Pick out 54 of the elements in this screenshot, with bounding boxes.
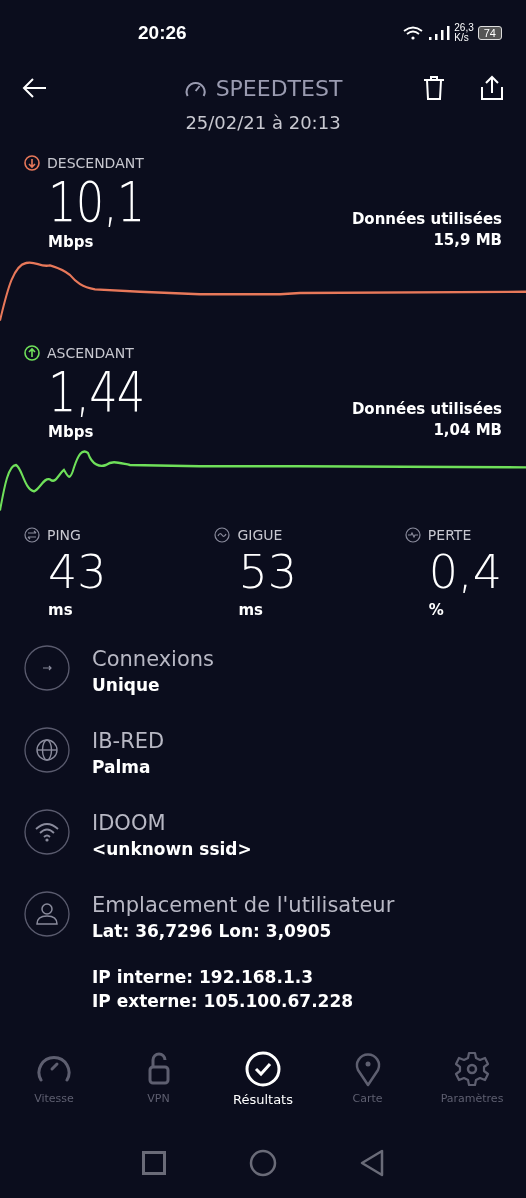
data-used-label: Données utilisées	[351, 399, 502, 420]
ping-icon	[24, 527, 40, 543]
pulse-icon	[404, 527, 421, 543]
speed-unit: Mbps	[48, 233, 95, 251]
nav-tab[interactable]: Carte	[317, 1050, 418, 1128]
battery-indicator: 74	[477, 26, 502, 40]
test-date: 25/02/21 à 20:13	[184, 112, 342, 133]
metric-unit: ms	[237, 601, 264, 619]
cell-signal-icon	[428, 25, 451, 41]
metric-label: GIGUE	[237, 527, 283, 543]
ip-address: IP externe: 105.100.67.228	[92, 990, 355, 1013]
checkmark-icon	[244, 1050, 282, 1088]
speed-value: 10,1	[48, 171, 145, 233]
settings-icon	[453, 1050, 491, 1088]
info-value: <unknown ssid>	[92, 838, 252, 861]
app-title: SPEEDTEST	[215, 75, 343, 101]
back-nav-button[interactable]	[360, 1149, 385, 1177]
metric-value: 53	[237, 544, 297, 601]
section-label: DESCENDANT	[47, 155, 144, 171]
nav-tab[interactable]: Vitesse	[4, 1050, 104, 1128]
info-value: Lat: 36,7296 Lon: 3,0905	[92, 920, 333, 943]
data-used-value: 15,9 MB	[433, 230, 502, 251]
info-value: Unique	[92, 674, 161, 697]
data-used-value: 1,04 MB	[433, 420, 502, 441]
speed-value: 1,44	[48, 361, 145, 423]
share-button[interactable]	[478, 73, 506, 103]
speed-unit: Mbps	[48, 423, 95, 441]
section-label: ASCENDANT	[47, 345, 134, 361]
metric-label: PERTE	[427, 527, 472, 543]
info-title: Emplacement de l'utilisateur	[92, 892, 395, 919]
globe-icon	[24, 727, 70, 773]
wave-icon	[214, 527, 231, 543]
info-value: Palma	[92, 756, 152, 779]
person-icon	[24, 891, 70, 937]
wifi-signal-icon	[402, 26, 425, 40]
info-title: IB-RED	[92, 728, 165, 755]
metric-value: 43	[47, 544, 107, 601]
nav-tab[interactable]: Résultats	[213, 1050, 313, 1128]
info-title: IDOOM	[92, 810, 167, 837]
recents-button[interactable]	[141, 1151, 166, 1175]
metric-value: 0,4	[427, 544, 502, 601]
metric-unit: ms	[47, 601, 74, 619]
data-used-label: Données utilisées	[351, 209, 502, 230]
network-speed-unit: K/s	[454, 33, 469, 43]
nav-tab[interactable]: VPN	[108, 1050, 209, 1128]
ip-address: IP interne: 192.168.1.3	[92, 966, 315, 989]
info-title: Connexions	[92, 646, 215, 673]
nav-tab[interactable]: Paramètres	[422, 1050, 522, 1128]
wifi-icon	[24, 809, 70, 855]
home-button[interactable]	[249, 1149, 277, 1177]
metric-label: PING	[47, 527, 81, 543]
network-speed: 26,3	[454, 23, 474, 33]
metric-unit: %	[427, 601, 445, 619]
clock: 20:26	[138, 22, 187, 44]
